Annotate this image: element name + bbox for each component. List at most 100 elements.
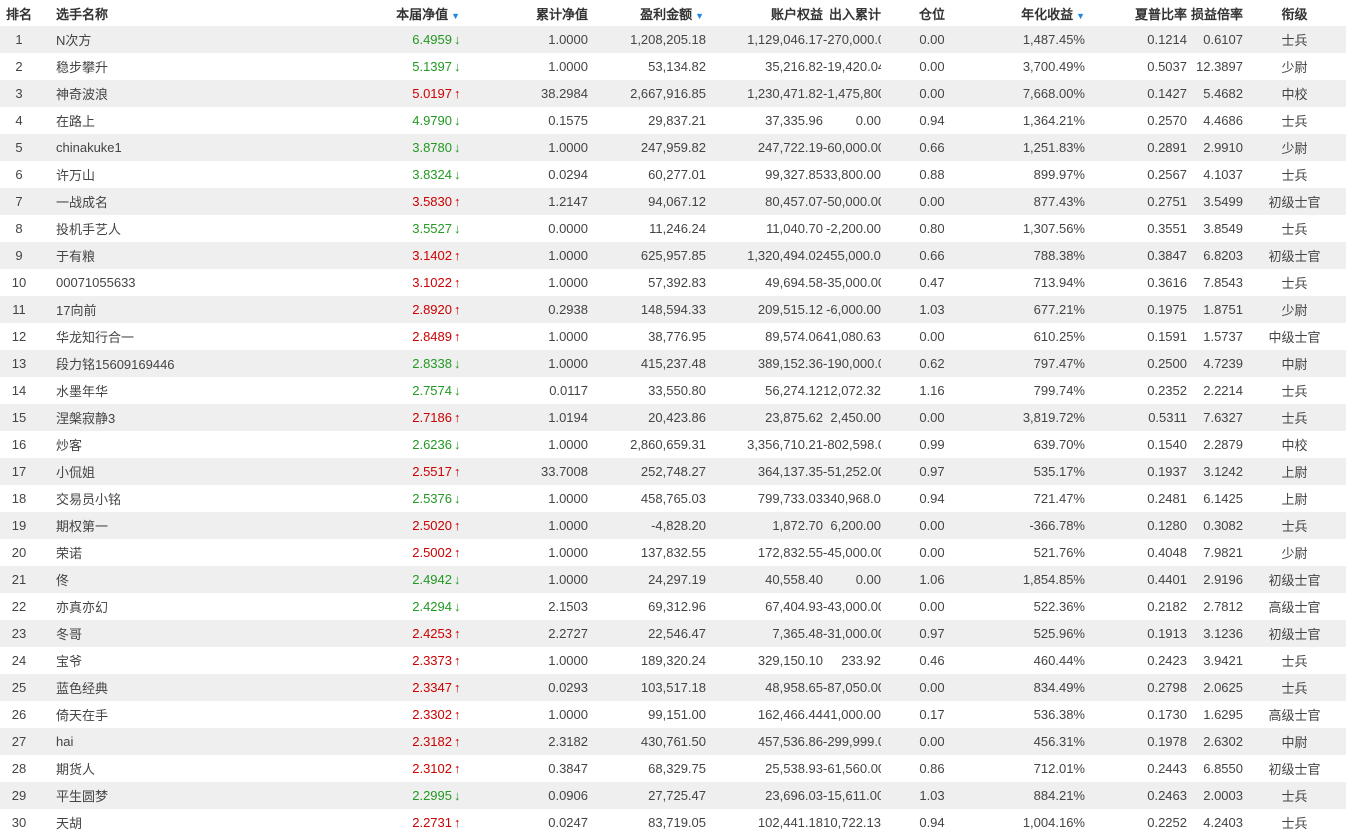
cell-player-name[interactable]: 倚天在手	[56, 701, 293, 728]
cell-player-name[interactable]: 宝爷	[56, 647, 293, 674]
cell-player-name[interactable]: N次方	[56, 26, 293, 53]
cell-player-name[interactable]: 段力铭15609169446	[56, 350, 293, 377]
cell-player-name[interactable]: chinakuke1	[56, 134, 293, 161]
sort-triangle-down-icon[interactable]: ▼	[451, 11, 460, 21]
table-row[interactable]: 4 在路上 4.9790 ↓ 0.1575 29,837.21 37,335.96 0.00 0…	[0, 107, 1346, 134]
table-row[interactable]: 8 投机手艺人 3.5527 ↓ 0.0000 11,246.24 11,040.70 -2,…	[0, 215, 1346, 242]
table-row[interactable]: 20 荣诺 2.5002 ↑ 1.0000 137,832.55 172,832.55 -45…	[0, 539, 1346, 566]
table-row[interactable]: 29 平生圆梦 2.2995 ↓ 0.0906 27,725.47 23,696.03 -15…	[0, 782, 1346, 809]
cell-player-name[interactable]: 一战成名	[56, 188, 293, 215]
header-equity[interactable]: 账户权益	[706, 0, 823, 26]
sort-triangle-down-icon[interactable]: ▼	[1076, 11, 1085, 21]
cell-flow: -15,611.00	[823, 788, 881, 803]
cell-player-name[interactable]: 期权第一	[56, 512, 293, 539]
cell-player-name[interactable]: 投机手艺人	[56, 215, 293, 242]
table-row[interactable]: 9 于有粮 3.1402 ↑ 1.0000 625,957.85 1,320,494.02 4…	[0, 242, 1346, 269]
cell-rank: 14	[11, 383, 27, 398]
cell-rank: 4	[15, 113, 23, 128]
cell-player-name[interactable]: 00071055633	[56, 269, 293, 296]
cell-player-name[interactable]: 涅槃寂静3	[56, 404, 293, 431]
cell-player-name[interactable]: 蓝色经典	[56, 674, 293, 701]
header-pos[interactable]: 仓位	[881, 0, 983, 26]
cell-rank: 23	[11, 626, 27, 641]
cell-cum: 2.1503	[548, 599, 588, 614]
cell-ann: 535.17%	[1033, 464, 1085, 479]
cell-equity: 162,466.44	[757, 707, 823, 722]
cell-rank: 9	[15, 248, 23, 263]
cell-player-name[interactable]: 交易员小铭	[56, 485, 293, 512]
table-row[interactable]: 12 华龙知行合一 2.8489 ↑ 1.0000 38,776.95 89,574.06 4…	[0, 323, 1346, 350]
cell-pl: 7.9821	[1203, 545, 1243, 560]
cell-player-name[interactable]: 佟	[56, 566, 293, 593]
cell-ann: 522.36%	[1033, 599, 1085, 614]
table-row[interactable]: 26 倚天在手 2.3302 ↑ 1.0000 99,151.00 162,466.44 41…	[0, 701, 1346, 728]
table-row[interactable]: 25 蓝色经典 2.3347 ↑ 0.0293 103,517.18 48,958.65 -8…	[0, 674, 1346, 701]
header-profit[interactable]: 盈利金额 ▼	[588, 0, 706, 26]
table-row[interactable]: 13 段力铭15609169446 2.8338 ↓ 1.0000 415,237.48 3…	[0, 350, 1346, 377]
arrow-down-icon: ↓	[454, 437, 461, 452]
header-rank-title[interactable]: 衔级	[1243, 0, 1346, 26]
header-cum[interactable]: 累计净值	[470, 0, 588, 26]
cell-player-name[interactable]: 在路上	[56, 107, 293, 134]
table-row[interactable]: 10 00071055633 3.1022 ↑ 1.0000 57,392.83 49,69…	[0, 269, 1346, 296]
cell-pos: 0.00	[919, 329, 945, 344]
header-rank[interactable]: 排名	[0, 0, 38, 26]
table-row[interactable]: 16 炒客 2.6236 ↓ 1.0000 2,860,659.31 3,356,710.2…	[0, 431, 1346, 458]
table-row[interactable]: 28 期货人 2.3102 ↑ 0.3847 68,329.75 25,538.93 -61,…	[0, 755, 1346, 782]
cell-player-name[interactable]: 期货人	[56, 755, 293, 782]
nav-value: 3.5830	[412, 194, 452, 209]
table-row[interactable]: 14 水墨年华 2.7574 ↓ 0.0117 33,550.80 56,274.12 12,…	[0, 377, 1346, 404]
nav-value: 2.3182	[412, 734, 452, 749]
table-row[interactable]: 27 hai 2.3182 ↑ 2.3182 430,761.50 457,536.86 -2…	[0, 728, 1346, 755]
cell-player-name[interactable]: 天胡	[56, 809, 293, 836]
cell-player-name[interactable]: 许万山	[56, 161, 293, 188]
cell-pl: 5.4682	[1203, 86, 1243, 101]
table-row[interactable]: 21 佟 2.4942 ↓ 1.0000 24,297.19 40,558.40 0.00 1.…	[0, 566, 1346, 593]
cell-player-name[interactable]: 荣诺	[56, 539, 293, 566]
nav-value: 2.3373	[412, 653, 452, 668]
table-row[interactable]: 5 chinakuke1 3.8780 ↓ 1.0000 247,959.82 247,72…	[0, 134, 1346, 161]
cell-player-name[interactable]: 神奇波浪	[56, 80, 293, 107]
nav-value: 2.4253	[412, 626, 452, 641]
table-row[interactable]: 24 宝爷 2.3373 ↑ 1.0000 189,320.24 329,150.10 233…	[0, 647, 1346, 674]
cell-player-name[interactable]: 亦真亦幻	[56, 593, 293, 620]
header-pl[interactable]: 损益倍率	[1187, 0, 1243, 26]
cell-player-name[interactable]: 冬哥	[56, 620, 293, 647]
header-name[interactable]: 选手名称	[56, 0, 293, 26]
cell-player-name[interactable]: 稳步攀升	[56, 53, 293, 80]
cell-player-name[interactable]: 平生圆梦	[56, 782, 293, 809]
table-row[interactable]: 11 17向前 2.8920 ↑ 0.2938 148,594.33 209,515.12-…	[0, 296, 1346, 323]
cell-rank-title: 初级士官	[1268, 627, 1321, 642]
header-sharpe[interactable]: 夏普比率	[1085, 0, 1187, 26]
table-row[interactable]: 23 冬哥 2.4253 ↑ 2.2727 22,546.47 7,365.48 -31,00…	[0, 620, 1346, 647]
table-row[interactable]: 30 天胡 2.2731 ↑ 0.0247 83,719.05 102,441.18 10,7…	[0, 809, 1346, 836]
cell-player-name[interactable]: 17向前	[56, 296, 293, 323]
table-row[interactable]: 15 涅槃寂静3 2.7186 ↑ 1.0194 20,423.86 23,875.62 2,…	[0, 404, 1346, 431]
table-row[interactable]: 17 小侃姐 2.5517 ↑ 33.7008 252,748.27 364,137.35-…	[0, 458, 1346, 485]
cell-player-name[interactable]: hai	[56, 728, 293, 755]
header-nav[interactable]: 本届净值 ▼	[293, 0, 470, 26]
table-row[interactable]: 7 一战成名 3.5830 ↑ 1.2147 94,067.12 80,457.07 -50,…	[0, 188, 1346, 215]
cell-profit: 24,297.19	[648, 572, 706, 587]
sort-triangle-down-icon[interactable]: ▼	[695, 11, 704, 21]
nav-value: 2.5376	[412, 491, 452, 506]
cell-player-name[interactable]: 小侃姐	[56, 458, 293, 485]
cell-player-name[interactable]: 华龙知行合一	[56, 323, 293, 350]
arrow-down-icon: ↓	[454, 167, 461, 182]
table-row[interactable]: 2 稳步攀升 5.1397 ↓ 1.0000 53,134.82 35,216.82 -19,…	[0, 53, 1346, 80]
header-flow[interactable]: 出入累计	[823, 0, 881, 26]
table-row[interactable]: 19 期权第一 2.5020 ↑ 1.0000 -4,828.20 1,872.70 6,20…	[0, 512, 1346, 539]
cell-flow: -2,200.00	[826, 221, 881, 236]
table-row[interactable]: 18 交易员小铭 2.5376 ↓ 1.0000 458,765.03 799,733.03…	[0, 485, 1346, 512]
table-row[interactable]: 3 神奇波浪 5.0197 ↑ 38.2984 2,667,916.85 1,230,471…	[0, 80, 1346, 107]
table-row[interactable]: 6 许万山 3.8324 ↓ 0.0294 60,277.01 99,327.85 33,80…	[0, 161, 1346, 188]
cell-pos: 1.03	[919, 302, 945, 317]
cell-rank-title: 中校	[1281, 438, 1308, 453]
cell-player-name[interactable]: 炒客	[56, 431, 293, 458]
table-row[interactable]: 22 亦真亦幻 2.4294 ↓ 2.1503 69,312.96 67,404.93 -43…	[0, 593, 1346, 620]
cell-player-name[interactable]: 于有粮	[56, 242, 293, 269]
cell-player-name[interactable]: 水墨年华	[56, 377, 293, 404]
cell-equity: 247,722.19	[757, 140, 823, 155]
table-row[interactable]: 1 N次方 6.4959 ↓ 1.0000 1,208,205.18 1,129,046.1…	[0, 26, 1346, 53]
header-ann[interactable]: 年化收益 ▼	[983, 0, 1085, 26]
